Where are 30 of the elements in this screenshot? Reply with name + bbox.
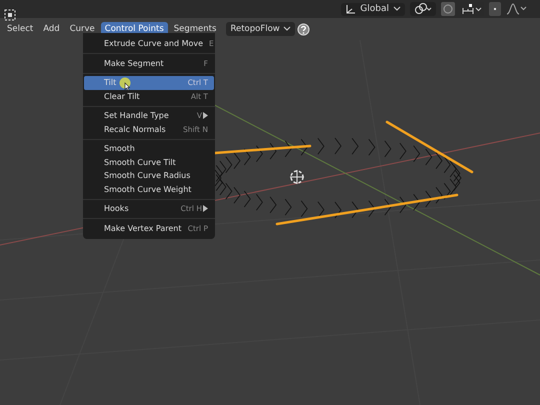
menu-item-label: Smooth Curve Weight — [104, 184, 192, 194]
caret-icon — [282, 26, 291, 32]
cursor-highlight-icon — [119, 77, 133, 91]
pivot-dropdown[interactable] — [410, 2, 436, 16]
addon-dropdown[interactable]: RetopoFlow — [226, 22, 295, 36]
menu-item-label: Clear Tilt — [104, 92, 140, 101]
menu-item[interactable]: Smooth Curve Weight — [84, 182, 214, 196]
select-box-icon[interactable] — [4, 9, 16, 21]
menu-item-label: Smooth Curve Radius — [104, 171, 190, 180]
caret-icon — [393, 6, 401, 12]
menu-item-label: Smooth Curve Tilt — [104, 158, 176, 167]
menu-item-label: Hooks — [104, 204, 129, 214]
menu-item-label: Smooth — [104, 144, 135, 154]
orientation-dropdown[interactable]: Global — [341, 2, 405, 16]
menu-item-label: Set Handle Type — [104, 111, 169, 120]
menu-item-label: Make Segment — [104, 58, 164, 68]
menu-item-label: Make Vertex Parent — [104, 224, 182, 233]
menu-title[interactable]: Segments — [170, 22, 220, 36]
menu-title[interactable]: Select — [3, 22, 38, 36]
axes-icon — [345, 4, 356, 14]
menu-item-label: Extrude Curve and Move — [104, 39, 204, 48]
menu-item-label: Tilt — [104, 78, 116, 88]
menu-title[interactable]: Curve — [66, 22, 99, 36]
menu-item-label: Recalc Normals — [104, 124, 166, 134]
menu-title[interactable]: Add — [39, 22, 64, 36]
menu-item[interactable]: Smooth — [84, 142, 214, 156]
link-icon — [414, 3, 432, 15]
menu-item[interactable]: Smooth Curve Tilt — [84, 156, 214, 169]
menu-item[interactable]: Smooth Curve Radius — [84, 169, 214, 182]
snap-icon[interactable] — [460, 2, 484, 16]
